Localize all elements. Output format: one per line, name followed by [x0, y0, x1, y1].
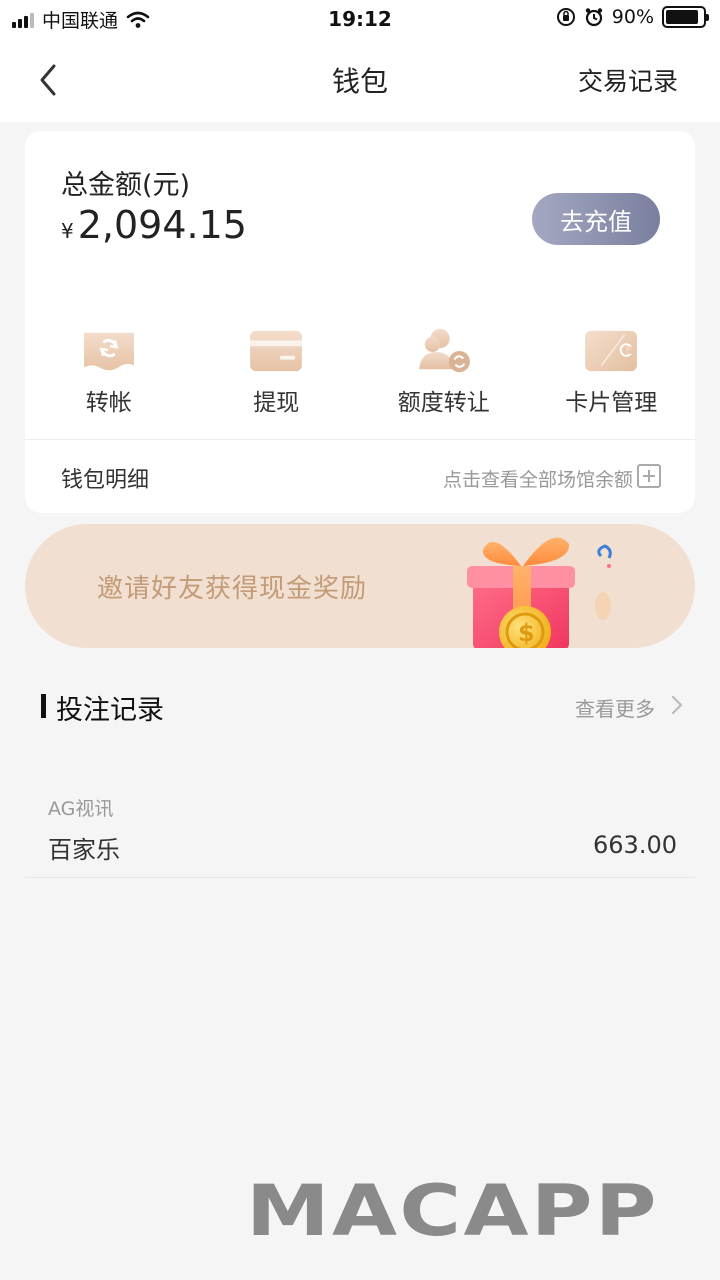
svg-text:$: $ [518, 619, 535, 647]
bet-record-item[interactable]: AG视讯 百家乐 663.00 [25, 780, 695, 878]
section-title-bar [41, 694, 46, 718]
bet-records-title: 投注记录 [56, 695, 164, 726]
macapp-watermark-logo: MACAPP [246, 1170, 659, 1252]
chevron-right-icon[interactable] [667, 694, 687, 716]
total-amount-label: 总金额(元) [61, 170, 191, 201]
expand-plus-icon[interactable] [637, 464, 661, 488]
wallet-detail-row[interactable]: 钱包明细 点击查看全部场馆余额 [25, 440, 695, 512]
bet-item-divider [25, 877, 695, 878]
transfer-icon [83, 332, 134, 371]
wallet-actions: 转帐 提现 额度转让 卡片管理 [25, 327, 695, 417]
gift-box-icon: $ [467, 537, 612, 648]
withdraw-card-icon [250, 330, 303, 372]
status-bar: 中国联通 19:12 90% [0, 0, 720, 38]
quota-transfer-action[interactable]: 额度转让 [360, 327, 528, 417]
withdraw-action[interactable]: 提现 [193, 327, 361, 417]
quota-transfer-label: 额度转让 [397, 390, 490, 416]
total-amount: ¥ 2,094.15 [61, 203, 247, 247]
status-right: 90% [556, 6, 709, 28]
transaction-records-button[interactable]: 交易记录 [578, 62, 678, 98]
currency-symbol: ¥ [61, 219, 74, 243]
recharge-button[interactable]: 去充值 [532, 193, 660, 245]
invite-banner-text: 邀请好友获得现金奖励 [97, 574, 368, 604]
view-more-button[interactable]: 查看更多 [575, 693, 655, 722]
bet-game: 百家乐 [48, 836, 120, 864]
battery-percent: 90% [611, 6, 654, 28]
nav-bar: 钱包 交易记录 [0, 38, 720, 122]
total-amount-value: 2,094.15 [77, 203, 247, 247]
battery-icon [662, 6, 709, 28]
alarm-icon [585, 8, 602, 27]
bet-amount: 663.00 [593, 831, 677, 859]
bet-provider: AG视讯 [48, 798, 114, 820]
wallet-card: 总金额(元) ¥ 2,094.15 去充值 转帐 提现 额度转让 卡片管理 钱包… [25, 131, 695, 513]
orientation-lock-icon [556, 8, 575, 26]
withdraw-label: 提现 [253, 390, 300, 416]
card-manage-label: 卡片管理 [565, 390, 658, 416]
quota-transfer-icon [418, 328, 470, 373]
transfer-action[interactable]: 转帐 [25, 327, 193, 417]
bet-records-header: 投注记录 查看更多 [25, 654, 695, 754]
invite-banner[interactable]: 邀请好友获得现金奖励 $ [25, 524, 695, 648]
wallet-detail-label: 钱包明细 [61, 468, 150, 493]
card-manage-action[interactable]: 卡片管理 [528, 327, 696, 417]
view-all-venue-balance-link[interactable]: 点击查看全部场馆余额 [443, 465, 633, 492]
transfer-label: 转帐 [85, 390, 132, 416]
card-manage-icon [585, 330, 638, 372]
battery-fill [666, 10, 699, 24]
